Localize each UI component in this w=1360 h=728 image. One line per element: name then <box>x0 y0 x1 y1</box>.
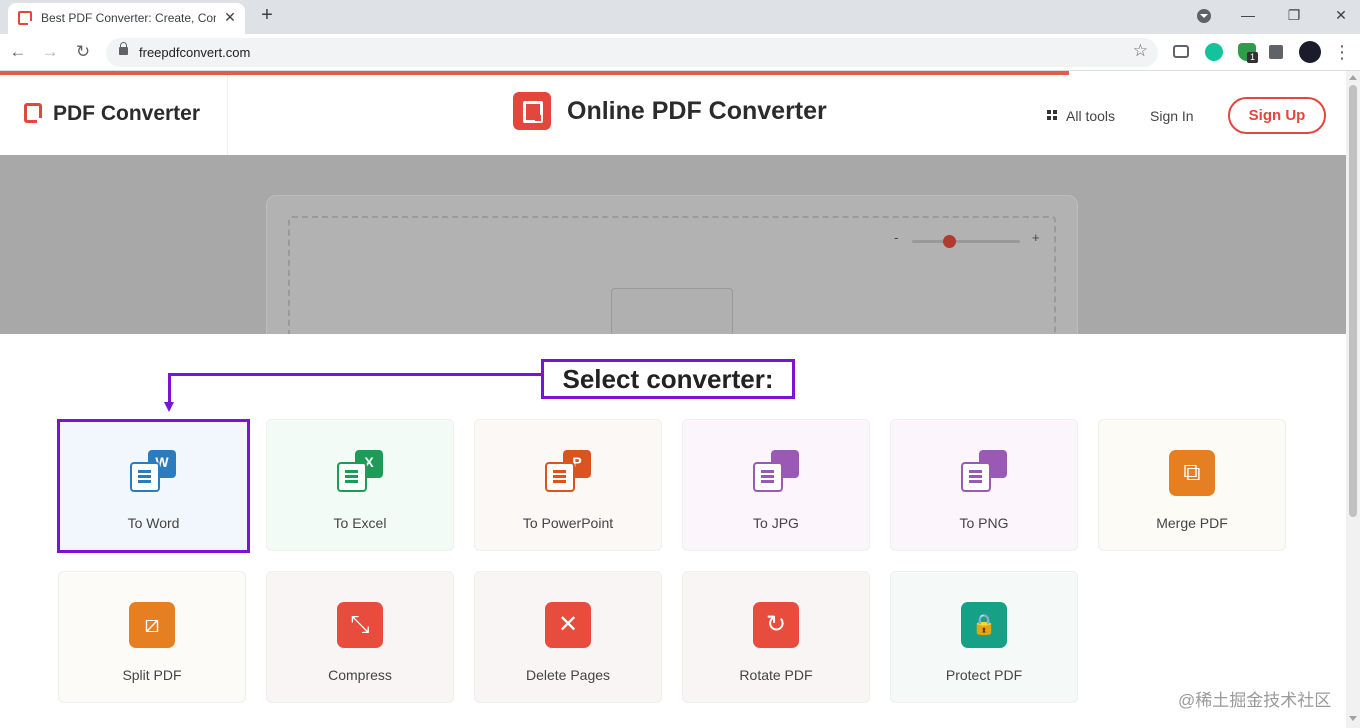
pdf-logo-icon <box>24 103 43 124</box>
tool-label: To PNG <box>959 515 1009 531</box>
all-tools-link[interactable]: All tools <box>1066 108 1115 124</box>
pdf-logo-icon <box>513 92 551 130</box>
tool-card-to-jpg[interactable]: To JPG <box>682 419 870 551</box>
reload-button[interactable]: ↻ <box>71 40 95 64</box>
scroll-thumb[interactable] <box>1349 85 1357 517</box>
tool-card-protect-pdf[interactable]: 🔒 Protect PDF <box>890 571 1078 703</box>
scroll-down-icon[interactable] <box>1349 716 1357 721</box>
avatar[interactable] <box>1299 41 1321 63</box>
browser-toolbar: ← → ↻ freepdfconvert.com ☆ 1 ⋮ <box>0 34 1360 71</box>
extension-badge: 1 <box>1247 52 1258 63</box>
browser-tab[interactable]: Best PDF Converter: Create, Conv ✕ <box>8 3 245 34</box>
tool-card-to-excel[interactable]: X To Excel <box>266 419 454 551</box>
rotate-icon: ↻ <box>753 602 799 648</box>
tab-title: Best PDF Converter: Create, Conv <box>41 11 216 25</box>
compress-icon: ⤡ <box>337 602 383 648</box>
tool-label: Compress <box>328 667 392 683</box>
page-title: Online PDF Converter <box>567 97 827 125</box>
browser-tabbar: Best PDF Converter: Create, Conv ✕ + — ❐… <box>0 0 1360 34</box>
tool-label: Protect PDF <box>945 667 1023 683</box>
lock-icon[interactable] <box>119 42 128 55</box>
tool-card-to-png[interactable]: To PNG <box>890 419 1078 551</box>
shield-extension-icon[interactable]: 1 <box>1238 43 1258 63</box>
excel-file-icon: X <box>337 450 383 496</box>
url-text[interactable]: freepdfconvert.com <box>139 45 250 60</box>
merge-icon: ⧉ <box>1169 450 1215 496</box>
zoom-in-button[interactable]: + <box>1032 230 1040 245</box>
scroll-up-icon[interactable] <box>1349 75 1357 80</box>
tool-card-delete-pages[interactable]: ✕ Delete Pages <box>474 571 662 703</box>
zoom-slider[interactable] <box>912 240 1020 243</box>
split-icon: ⧄ <box>129 602 175 648</box>
tool-label: Delete Pages <box>525 667 611 683</box>
word-file-icon: W <box>130 450 176 496</box>
zoom-slider-handle[interactable] <box>943 235 956 248</box>
file-preview <box>611 288 733 334</box>
forward-button[interactable]: → <box>38 40 62 64</box>
watermark: @稀土掘金技术社区 <box>1178 691 1332 710</box>
bookmark-star-icon[interactable]: ☆ <box>1133 41 1148 61</box>
tool-label: To Word <box>127 515 180 531</box>
select-converter-label: Select converter: <box>541 359 795 399</box>
logo-text: PDF Converter <box>53 102 201 125</box>
new-tab-button[interactable]: + <box>257 5 277 25</box>
tool-card-to-powerpoint[interactable]: P To PowerPoint <box>474 419 662 551</box>
close-window-button[interactable]: ✕ <box>1329 4 1353 26</box>
image-file-icon <box>961 450 1007 496</box>
tool-label: Rotate PDF <box>739 667 813 683</box>
tool-label: Split PDF <box>122 667 182 683</box>
tool-card-compress[interactable]: ⤡ Compress <box>266 571 454 703</box>
zoom-out-button[interactable]: - <box>894 230 898 245</box>
grid-icon[interactable] <box>1047 110 1057 120</box>
browser-menu-icon[interactable]: ⋮ <box>1330 40 1354 64</box>
tool-card-rotate-pdf[interactable]: ↻ Rotate PDF <box>682 571 870 703</box>
delete-icon: ✕ <box>545 602 591 648</box>
annotation-arrow <box>168 373 542 376</box>
powerpoint-file-icon: P <box>545 450 591 496</box>
tool-card-merge-pdf[interactable]: ⧉ Merge PDF <box>1098 419 1286 551</box>
restore-button[interactable]: ❐ <box>1282 4 1306 26</box>
arrow-head-icon <box>164 402 174 412</box>
grammarly-extension-icon[interactable] <box>1205 43 1223 61</box>
tab-search-icon[interactable] <box>1197 9 1211 23</box>
sign-up-button[interactable]: Sign Up <box>1228 97 1326 134</box>
minimize-button[interactable]: — <box>1236 4 1260 26</box>
uploader-overlay: - + <box>0 155 1346 334</box>
tool-label: To JPG <box>753 515 799 531</box>
tool-card-to-word[interactable]: W To Word <box>57 419 250 553</box>
annotation-arrow <box>168 373 171 403</box>
page-scrollbar[interactable] <box>1346 71 1360 728</box>
image-file-icon <box>753 450 799 496</box>
tool-card-split-pdf[interactable]: ⧄ Split PDF <box>58 571 246 703</box>
cast-extension-icon[interactable] <box>1173 45 1189 58</box>
sign-in-link[interactable]: Sign In <box>1150 108 1194 124</box>
back-button[interactable]: ← <box>6 40 30 64</box>
site-header: PDF Converter Online PDF Converter All t… <box>0 75 1346 155</box>
puzzle-extensions-icon[interactable] <box>1269 45 1283 59</box>
tab-close-icon[interactable]: ✕ <box>222 9 238 25</box>
tool-label: To PowerPoint <box>522 515 614 531</box>
address-bar[interactable]: freepdfconvert.com ☆ <box>106 38 1158 67</box>
site-favicon-icon <box>18 11 33 26</box>
lock-icon: 🔒 <box>961 602 1007 648</box>
site-logo[interactable]: PDF Converter <box>0 75 228 155</box>
tool-label: To Excel <box>333 515 387 531</box>
tool-label: Merge PDF <box>1156 515 1228 531</box>
